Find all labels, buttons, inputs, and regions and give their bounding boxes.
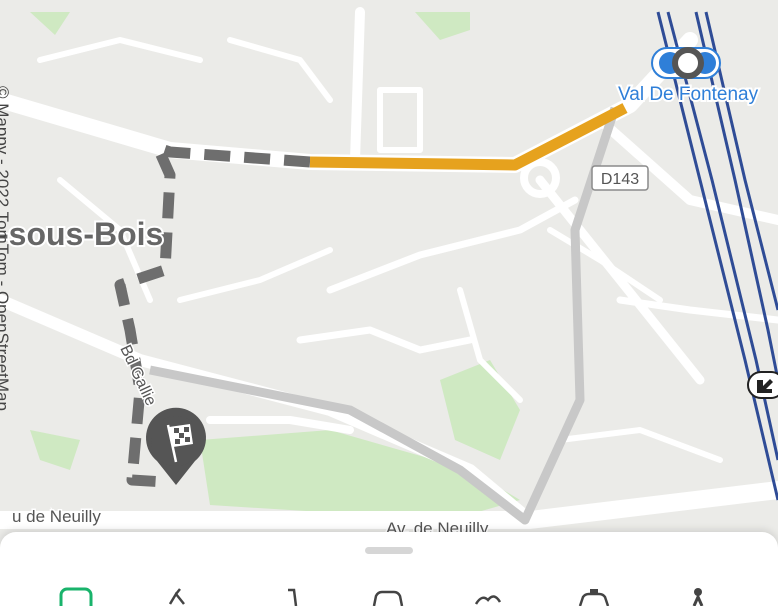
tab-transit[interactable]	[58, 586, 94, 612]
tab-motorbike[interactable]	[470, 586, 506, 606]
bus-icon	[59, 587, 93, 612]
tab-walk[interactable]	[680, 586, 716, 607]
tab-car[interactable]	[370, 586, 406, 607]
tab-scooter[interactable]	[278, 586, 314, 607]
scooter-icon	[288, 588, 298, 607]
bottom-sheet[interactable]	[0, 532, 778, 612]
tab-bike[interactable]	[162, 586, 198, 606]
map-attribution: © Mappy - 2022 TomTom - OpenStreetMap	[0, 80, 32, 540]
highway-exit-icon	[747, 371, 778, 399]
sheet-drag-handle[interactable]	[365, 547, 413, 554]
station-label[interactable]: Val De Fontenay	[616, 82, 761, 107]
map-view[interactable]: D143 Val De Fontenay -sous-Bois Bd Galli…	[0, 0, 778, 599]
taxi-icon	[578, 589, 610, 607]
transit-station-icon[interactable]	[651, 47, 721, 79]
walk-icon	[692, 588, 704, 607]
bike-icon	[168, 588, 185, 605]
motorbike-icon	[474, 595, 502, 605]
tab-taxi[interactable]	[576, 586, 612, 607]
road-shield-label: D143	[601, 171, 639, 188]
car-icon	[372, 590, 404, 607]
attribution-text: © Mappy - 2022 TomTom - OpenStreetMap	[0, 86, 12, 411]
